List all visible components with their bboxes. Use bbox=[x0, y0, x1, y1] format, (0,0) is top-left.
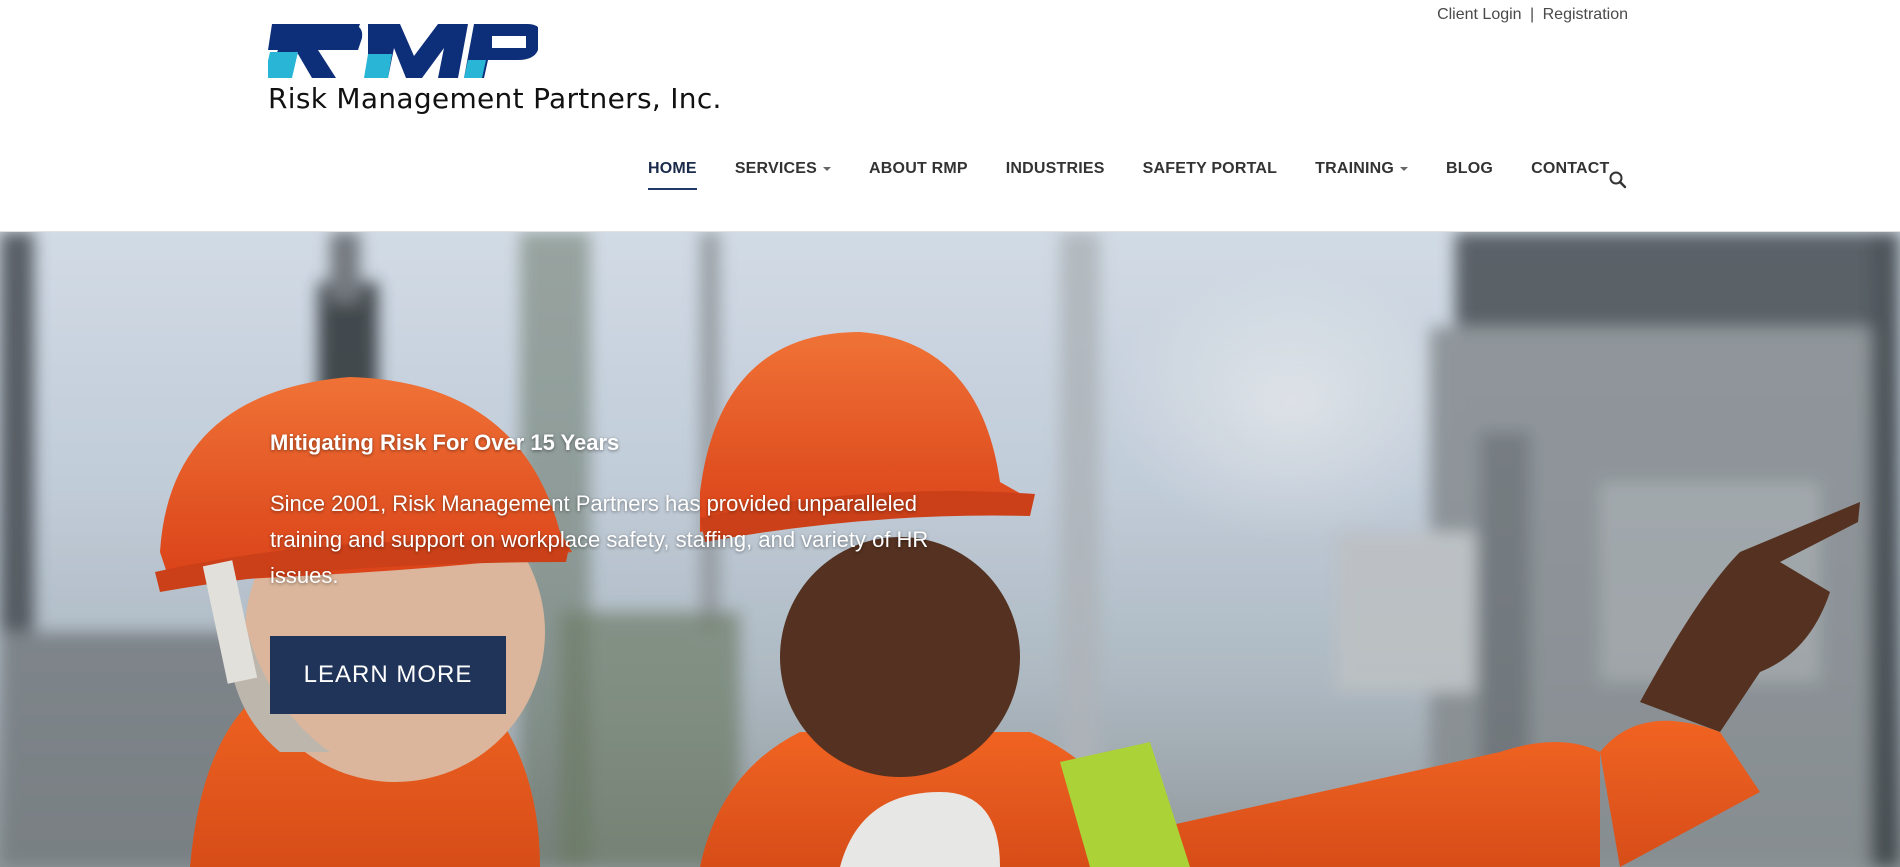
site-header: Client Login | Registration Risk Managem… bbox=[0, 0, 1900, 232]
hero-banner: Mitigating Risk For Over 15 Years Since … bbox=[0, 232, 1900, 867]
learn-more-button[interactable]: LEARN MORE bbox=[270, 636, 506, 714]
client-login-link[interactable]: Client Login bbox=[1437, 6, 1522, 23]
nav-item-label: TRAINING bbox=[1315, 160, 1395, 177]
nav-item-label: BLOG bbox=[1446, 160, 1494, 177]
rmp-logo-mark bbox=[268, 24, 538, 78]
site-logo[interactable]: Risk Management Partners, Inc. bbox=[268, 20, 748, 120]
search-button[interactable] bbox=[1608, 170, 1628, 190]
nav-item-industries[interactable]: INDUSTRIES bbox=[1006, 160, 1105, 190]
hero-text-block: Mitigating Risk For Over 15 Years Since … bbox=[270, 430, 970, 594]
nav-item-about[interactable]: ABOUT RMP bbox=[869, 160, 968, 190]
nav-item-safety-portal[interactable]: SAFETY PORTAL bbox=[1143, 160, 1277, 190]
nav-item-services[interactable]: SERVICES bbox=[734, 160, 832, 190]
nav-item-contact[interactable]: CONTACT bbox=[1531, 160, 1609, 190]
nav-item-training[interactable]: TRAINING bbox=[1315, 160, 1409, 190]
hero-kicker: Mitigating Risk For Over 15 Years bbox=[270, 430, 620, 455]
nav-item-label: INDUSTRIES bbox=[1005, 160, 1105, 177]
chevron-down-icon bbox=[1400, 167, 1409, 171]
main-nav: HOME SERVICES ABOUT RMP INDUSTRIES SAFET… bbox=[648, 160, 1648, 200]
nav-item-label: SAFETY PORTAL bbox=[1142, 160, 1278, 177]
logo-caption: Risk Management Partners, Inc. bbox=[268, 82, 722, 115]
nav-item-home[interactable]: HOME bbox=[648, 160, 697, 190]
top-links-separator: | bbox=[1530, 6, 1535, 23]
search-icon bbox=[1609, 171, 1627, 189]
nav-item-label: SERVICES bbox=[734, 160, 818, 177]
nav-item-blog[interactable]: BLOG bbox=[1446, 160, 1493, 190]
chevron-down-icon bbox=[823, 167, 832, 171]
top-links: Client Login | Registration bbox=[1437, 6, 1628, 24]
nav-item-label: HOME bbox=[648, 160, 697, 177]
registration-link[interactable]: Registration bbox=[1543, 6, 1628, 23]
nav-item-label: ABOUT RMP bbox=[869, 160, 968, 177]
nav-item-label: CONTACT bbox=[1531, 160, 1610, 177]
hero-description: Since 2001, Risk Management Partners has… bbox=[270, 491, 929, 588]
